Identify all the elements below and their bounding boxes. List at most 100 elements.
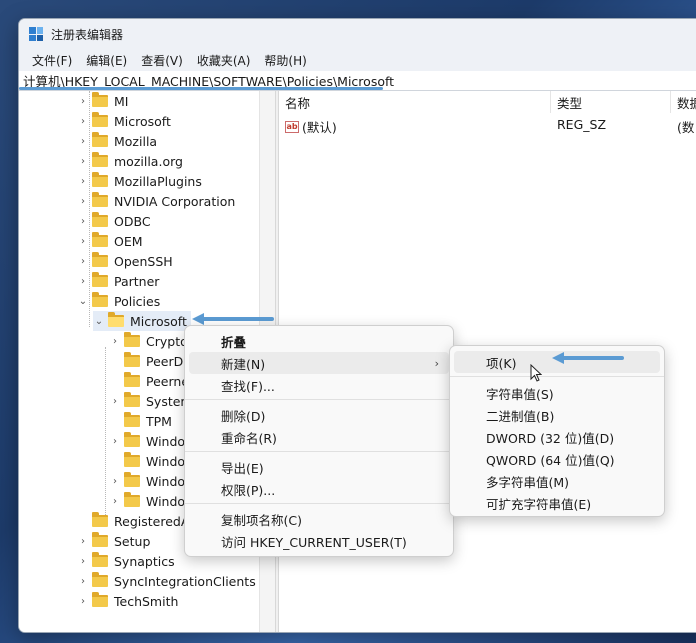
folder-icon [92,172,108,187]
tree-item[interactable]: › SyncIntegrationClients [77,571,256,591]
menu-bar: 文件(F) 编辑(E) 查看(V) 收藏夹(A) 帮助(H) [19,49,696,71]
tree-item[interactable]: › ODBC [77,211,151,231]
chevron-right-icon[interactable]: › [109,436,121,447]
chevron-right-icon[interactable]: › [77,256,89,267]
folder-icon [124,492,140,507]
folder-icon [92,152,108,167]
tree-item[interactable]: › Setup [77,531,150,551]
tree-item[interactable]: › MozillaPlugins [77,171,202,191]
submenu-item-binary[interactable]: 二进制值(B) [454,404,660,426]
string-value-icon: ab [285,120,299,133]
tree-item[interactable]: PeerDis [109,351,193,371]
tree-item[interactable]: › Mozilla [77,131,157,151]
folder-icon [124,352,140,367]
tree-item[interactable]: › Window [109,471,195,491]
menu-item-copy-key-name[interactable]: 复制项名称(C) [189,508,449,530]
menu-item-find[interactable]: 查找(F)... [189,374,449,396]
menu-item-new[interactable]: 新建(N) › [189,352,449,374]
chevron-right-icon[interactable]: › [109,496,121,507]
title-bar: 注册表编辑器 [19,19,696,49]
folder-icon [92,552,108,567]
column-header-data[interactable]: 数据 [671,91,696,113]
tree-item[interactable]: Peernet [109,371,194,391]
tree-item[interactable]: › OEM [77,231,143,251]
menu-item-collapse[interactable]: 折叠 [189,330,449,352]
new-submenu: 项(K) 字符串值(S) 二进制值(B) DWORD (32 位)值(D) QW… [449,345,665,517]
folder-icon [124,472,140,487]
tree-item[interactable]: › mozilla.org [77,151,183,171]
submenu-item-multi-string[interactable]: 多字符串值(M) [454,470,660,492]
submenu-item-expand-string[interactable]: 可扩充字符串值(E) [454,492,660,514]
folder-icon [92,512,108,527]
column-header-type[interactable]: 类型 [551,91,671,113]
tree-item[interactable]: TPM [109,411,172,431]
chevron-right-icon[interactable]: › [77,96,89,107]
menu-edit[interactable]: 编辑(E) [79,52,134,69]
chevron-right-icon[interactable]: › [77,116,89,127]
folder-icon [92,232,108,247]
chevron-right-icon: › [434,356,439,370]
chevron-right-icon[interactable]: › [77,556,89,567]
chevron-right-icon[interactable]: › [77,136,89,147]
folder-icon [92,212,108,227]
chevron-down-icon[interactable]: ⌄ [77,296,89,307]
menu-item-visit-hkcu[interactable]: 访问 HKEY_CURRENT_USER(T) [189,530,449,552]
folder-icon [92,132,108,147]
folder-icon [92,192,108,207]
value-row-data: (数 [677,120,695,135]
menu-separator [185,399,453,400]
tree-item[interactable]: › MI [77,91,128,111]
chevron-right-icon[interactable]: › [77,156,89,167]
tree-item-microsoft-selected[interactable]: ⌄ Microsoft [93,311,191,331]
menu-help[interactable]: 帮助(H) [257,52,313,69]
column-header-name[interactable]: 名称 [279,91,551,113]
tree-item-policies[interactable]: ⌄ Policies [77,291,160,311]
chevron-right-icon[interactable]: › [77,236,89,247]
tree-item[interactable]: › Window [109,491,195,511]
chevron-right-icon[interactable]: › [77,196,89,207]
chevron-right-icon[interactable]: › [109,476,121,487]
tree-item[interactable]: › Synaptics [77,551,175,571]
menu-view[interactable]: 查看(V) [134,52,190,69]
folder-icon [92,272,108,287]
tree-item[interactable]: › OpenSSH [77,251,173,271]
chevron-down-icon[interactable]: ⌄ [93,316,105,327]
tree-item[interactable]: › Cryptog [109,331,196,351]
submenu-item-qword[interactable]: QWORD (64 位)值(Q) [454,448,660,470]
folder-icon [124,452,140,467]
folder-icon [124,392,140,407]
value-row-name[interactable]: ab (默认) [285,117,337,136]
chevron-right-icon[interactable]: › [77,576,89,587]
tree-item[interactable]: › Partner [77,271,159,291]
context-menu: 折叠 新建(N) › 查找(F)... 删除(D) 重命名(R) 导出(E) 权限… [184,325,454,557]
tree-item[interactable]: › Microsoft [77,111,171,131]
chevron-right-icon[interactable]: › [109,396,121,407]
menu-separator [185,503,453,504]
tree-item[interactable]: › Window [109,431,195,451]
menu-item-delete[interactable]: 删除(D) [189,404,449,426]
folder-icon [92,292,108,307]
menu-item-rename[interactable]: 重命名(R) [189,426,449,448]
menu-item-export[interactable]: 导出(E) [189,456,449,478]
chevron-right-icon[interactable]: › [77,176,89,187]
menu-file[interactable]: 文件(F) [25,52,79,69]
tree-item[interactable]: › TechSmith [77,591,178,611]
tree-item[interactable]: › NVIDIA Corporation [77,191,235,211]
submenu-item-string[interactable]: 字符串值(S) [454,382,660,404]
chevron-right-icon[interactable]: › [77,216,89,227]
tree-item[interactable]: Window [109,451,195,471]
folder-icon [92,92,108,107]
menu-separator [185,451,453,452]
menu-favorites[interactable]: 收藏夹(A) [190,52,258,69]
folder-icon [124,412,140,427]
window-title: 注册表编辑器 [51,27,124,42]
folder-icon [92,532,108,547]
submenu-item-dword[interactable]: DWORD (32 位)值(D) [454,426,660,448]
tree-item[interactable]: › System [109,391,193,411]
menu-item-permissions[interactable]: 权限(P)... [189,478,449,500]
chevron-right-icon[interactable]: › [109,336,121,347]
chevron-right-icon[interactable]: › [77,536,89,547]
chevron-right-icon[interactable]: › [77,276,89,287]
chevron-right-icon[interactable]: › [77,596,89,607]
tree-item[interactable]: RegisteredAp [77,511,197,531]
